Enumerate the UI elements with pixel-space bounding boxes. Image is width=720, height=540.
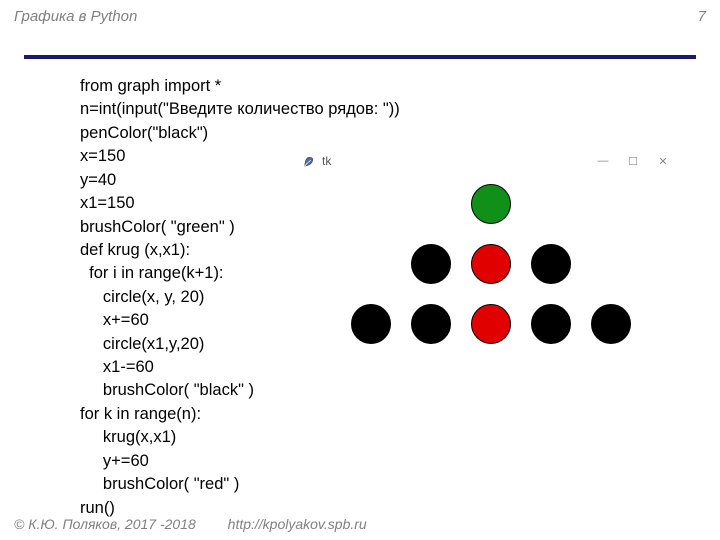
circle [351,304,391,344]
tk-titlebar: tk — ☐ ✕ [296,148,684,174]
tk-title-text: tk [322,154,331,168]
maximize-button[interactable]: ☐ [618,155,648,168]
close-button[interactable]: ✕ [648,155,678,168]
circle [591,304,631,344]
circle [471,184,511,224]
circle [471,304,511,344]
circle [471,244,511,284]
circle [411,304,451,344]
copyright-text: © К.Ю. Поляков, 2017 -2018 [14,516,196,532]
circle [411,244,451,284]
minimize-button[interactable]: — [588,155,618,167]
page-number: 7 [698,8,706,25]
circle [531,304,571,344]
tk-canvas [296,174,684,394]
tk-window: tk — ☐ ✕ [296,148,684,394]
slide-title: Графика в Python [14,8,137,25]
python-icon [302,154,316,168]
circle [531,244,571,284]
divider [24,55,696,59]
footer-url: http://kpolyakov.spb.ru [228,516,367,532]
footer: © К.Ю. Поляков, 2017 -2018 http://kpolya… [14,516,367,532]
